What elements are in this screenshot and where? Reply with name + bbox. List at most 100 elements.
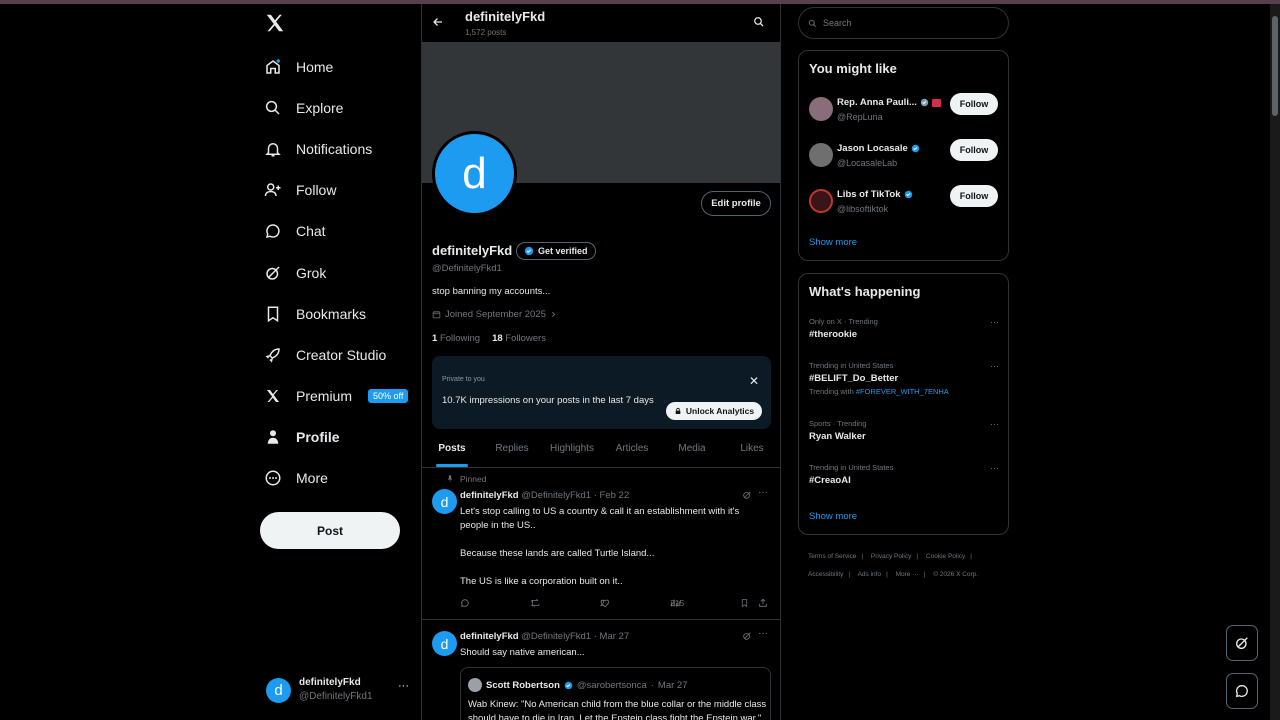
nav-grok[interactable]: Grok bbox=[262, 255, 326, 291]
unlock-label: Unlock Analytics bbox=[685, 406, 755, 416]
card-title: What's happening bbox=[809, 284, 921, 299]
profile-avatar[interactable]: d bbox=[432, 131, 517, 216]
post-button[interactable]: Post bbox=[260, 512, 400, 549]
grok-icon[interactable] bbox=[742, 631, 752, 641]
more-dots-icon[interactable]: ··· bbox=[758, 628, 768, 639]
close-icon[interactable]: ✕ bbox=[749, 374, 759, 388]
discount-badge: 50% off bbox=[368, 389, 409, 403]
nav-chat[interactable]: Chat bbox=[262, 213, 326, 249]
footer-link[interactable]: Cookie Policy bbox=[926, 553, 965, 560]
follow-button[interactable]: Follow bbox=[950, 93, 998, 115]
more-dots-icon[interactable]: ··· bbox=[990, 463, 999, 473]
follow-button[interactable]: Follow bbox=[950, 139, 998, 161]
trend-item[interactable]: Only on X · Trending #therookie ··· bbox=[809, 317, 999, 340]
quoted-tweet[interactable]: Scott Robertson @sarobertsonca · Mar 27 … bbox=[460, 667, 771, 720]
following-label: Following bbox=[439, 333, 481, 344]
analytics-card: Private to you 10.7K impressions on your… bbox=[432, 356, 771, 429]
search-box[interactable] bbox=[798, 7, 1009, 39]
suggestion-name: Rep. Anna Pauli... bbox=[837, 97, 917, 108]
tab-likes[interactable]: Likes bbox=[722, 434, 780, 467]
tweet-actions: 1 2 215 bbox=[460, 598, 770, 612]
tab-articles[interactable]: Articles bbox=[602, 434, 662, 467]
copyright: © 2026 X Corp. bbox=[933, 571, 979, 578]
more-dots-icon[interactable]: ··· bbox=[990, 317, 999, 327]
search-icon[interactable] bbox=[753, 16, 765, 28]
chat-icon bbox=[1234, 683, 1250, 699]
trend-topic: Ryan Walker bbox=[809, 431, 866, 442]
grok-icon[interactable] bbox=[742, 490, 752, 500]
tweet-author-name[interactable]: definitelyFkd bbox=[460, 631, 519, 642]
tab-media[interactable]: Media bbox=[662, 434, 722, 467]
trend-item[interactable]: Trending in United States #CreaoAI ··· bbox=[809, 463, 999, 486]
footer-link[interactable]: Privacy Policy bbox=[871, 553, 911, 560]
more-dots-icon[interactable]: ··· bbox=[758, 487, 768, 498]
tweet-author-name[interactable]: definitelyFkd bbox=[460, 490, 519, 501]
rocket-icon bbox=[262, 344, 284, 366]
footer-link[interactable]: Terms of Service bbox=[808, 553, 856, 560]
x-logo-icon[interactable] bbox=[264, 12, 288, 36]
nav-label: Creator Studio bbox=[296, 347, 387, 363]
suggestion-item[interactable]: Libs of TikTok @libsoftiktok Follow bbox=[809, 185, 999, 219]
following-link[interactable]: 1 Following bbox=[432, 333, 480, 344]
joined-date[interactable]: Joined September 2025 bbox=[432, 309, 557, 320]
more-dots-icon[interactable]: ··· bbox=[398, 680, 409, 692]
avatar[interactable] bbox=[809, 189, 833, 213]
trend-item[interactable]: Sports · Trending Ryan Walker ··· bbox=[809, 419, 999, 442]
nav-follow[interactable]: Follow bbox=[262, 172, 336, 208]
show-more-link[interactable]: Show more bbox=[809, 511, 857, 522]
post-count: 1,572 posts bbox=[465, 28, 507, 37]
search-input[interactable] bbox=[823, 18, 993, 28]
followers-link[interactable]: 18 Followers bbox=[492, 333, 546, 344]
nav-explore[interactable]: Explore bbox=[262, 90, 343, 126]
bookmark-icon[interactable] bbox=[740, 598, 749, 608]
edit-profile-button[interactable]: Edit profile bbox=[701, 191, 771, 216]
nav-bookmarks[interactable]: Bookmarks bbox=[262, 296, 366, 332]
suggestion-handle: @RepLuna bbox=[837, 112, 883, 122]
trend-item[interactable]: Trending in United States #BELIFT_Do_Bet… bbox=[809, 361, 999, 396]
messages-float-button[interactable] bbox=[1226, 673, 1258, 709]
follow-button[interactable]: Follow bbox=[950, 185, 998, 207]
grok-float-button[interactable] bbox=[1226, 625, 1258, 661]
nav-more[interactable]: More bbox=[262, 460, 328, 496]
show-more-link[interactable]: Show more bbox=[809, 237, 857, 248]
account-switcher[interactable]: d definitelyFkd @DefinitelyFkd1 ··· bbox=[266, 672, 416, 708]
avatar[interactable] bbox=[809, 143, 833, 167]
suggestion-item[interactable]: Rep. Anna Pauli... @RepLuna Follow bbox=[809, 93, 999, 127]
unlock-analytics-button[interactable]: Unlock Analytics bbox=[666, 402, 762, 420]
share-icon[interactable] bbox=[758, 598, 768, 608]
more-dots-icon[interactable]: ··· bbox=[990, 361, 999, 371]
profile-header: definitelyFkd 1,572 posts bbox=[422, 4, 780, 42]
footer-link[interactable]: More ··· bbox=[896, 571, 919, 578]
avatar[interactable]: d bbox=[432, 489, 457, 514]
avatar: d bbox=[266, 677, 291, 703]
avatar[interactable]: d bbox=[432, 631, 457, 656]
like-button[interactable]: 2 bbox=[600, 598, 610, 608]
suggestion-item[interactable]: Jason Locasale @LocasaleLab Follow bbox=[809, 139, 999, 173]
nav-creator-studio[interactable]: Creator Studio bbox=[262, 337, 386, 373]
back-arrow-icon[interactable] bbox=[432, 16, 444, 28]
reply-button[interactable] bbox=[460, 598, 470, 608]
repost-button[interactable]: 1 bbox=[530, 598, 541, 608]
more-dots-icon[interactable]: ··· bbox=[990, 419, 999, 429]
tab-posts[interactable]: Posts bbox=[422, 434, 482, 467]
whats-happening-card: What's happening Only on X · Trending #t… bbox=[798, 273, 1009, 535]
tab-highlights[interactable]: Highlights bbox=[542, 434, 602, 467]
nav-notifications[interactable]: Notifications bbox=[262, 131, 372, 167]
get-verified-button[interactable]: Get verified bbox=[516, 242, 596, 260]
nav-premium[interactable]: Premium 50% off bbox=[262, 378, 409, 414]
nav-profile[interactable]: Profile bbox=[262, 419, 340, 455]
views-button[interactable]: 215 bbox=[670, 598, 684, 608]
tab-replies[interactable]: Replies bbox=[482, 434, 542, 467]
footer-link[interactable]: Ads info bbox=[858, 571, 882, 578]
avatar[interactable] bbox=[809, 97, 833, 121]
person-icon bbox=[262, 426, 284, 448]
grok-icon bbox=[1234, 635, 1250, 651]
scrollbar-thumb[interactable] bbox=[1272, 16, 1278, 116]
tweet-date[interactable]: Feb 22 bbox=[600, 490, 630, 501]
tweet-date[interactable]: Mar 27 bbox=[600, 631, 630, 642]
follow-icon bbox=[262, 179, 284, 201]
nav-home[interactable]: Home bbox=[262, 49, 333, 85]
footer-link[interactable]: Accessibility bbox=[808, 571, 843, 578]
verified-badge-icon bbox=[911, 144, 920, 153]
trending-with-link[interactable]: #FOREVER_WITH_7ENHA bbox=[856, 387, 949, 396]
